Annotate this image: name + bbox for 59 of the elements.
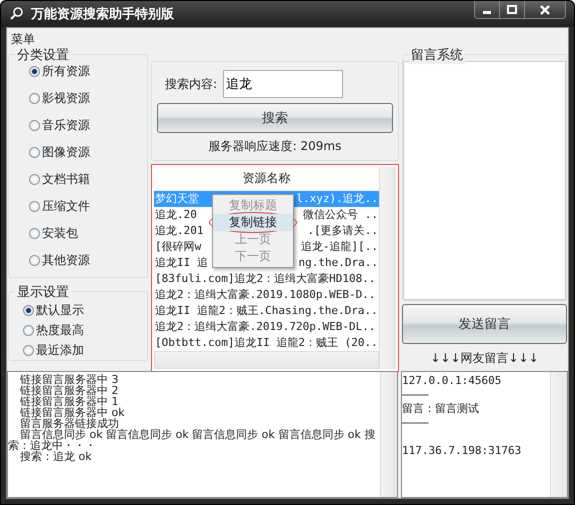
radio-button[interactable]: 所有资源 (29, 63, 143, 80)
search-label: 搜索内容: (165, 76, 218, 92)
feed-title: ↓↓↓网友留言↓↓↓ (429, 350, 540, 367)
log-line: ———— (402, 388, 430, 402)
radio-button[interactable]: 压缩文件 (29, 198, 143, 215)
log-line: 链接留言服务器中 2 (19, 385, 120, 396)
group-title: 显示设置 (15, 283, 71, 301)
list-row[interactable]: [83fuli.com]追龙2：追缉大富豪HD108.. (154, 271, 379, 287)
maximize-button[interactable] (499, 1, 524, 18)
radio-button[interactable]: 默认显示 (23, 302, 143, 319)
window-title: 万能资源搜索助手特别版 (31, 6, 175, 23)
log-line: 117.36.7.198:31763 (402, 444, 522, 458)
list-row[interactable]: 追龙2：追缉大富豪.2019.1080p.WEB-D.. (154, 287, 379, 303)
log-line: 链接留言服务器中 ok (19, 407, 126, 418)
list-item-text[interactable]: 追龙.20 (155, 207, 197, 223)
minimize-button[interactable] (475, 1, 499, 18)
log-line: 搜索：追龙 ok (19, 451, 93, 462)
search-field[interactable]: 追龙 (223, 70, 344, 98)
vertical-scrollbar[interactable] (379, 167, 396, 369)
search-button[interactable]: 搜索 (157, 103, 393, 133)
log-line: 链接留言服务器中 3 (19, 374, 120, 385)
log-line: 留言服务器链接成功 (19, 418, 119, 429)
radio-button[interactable]: 热度最高 (23, 322, 143, 339)
radio-button[interactable]: 文档书籍 (29, 171, 143, 188)
list-row[interactable]: 追龙II 追龍2：贼王.Chasing.the.Dra.. (154, 303, 379, 319)
send-message-button[interactable]: 发送留言 (402, 304, 567, 344)
list-item-text[interactable]: [很碎网w (155, 239, 202, 255)
group-title: 留言系统 (409, 46, 465, 64)
list-item-text[interactable]: 微信公众号 .. (303, 207, 378, 223)
list-row[interactable]: [Obtbtt.com]追龙II 追龍2：贼王 (20.. (154, 335, 379, 351)
list-row[interactable]: 追龙2：追缉大富豪.2019.720p.WEB-DL.. (154, 319, 379, 335)
radio-button[interactable]: 安装包 (29, 225, 143, 242)
log-line: ———— (402, 416, 430, 430)
radio-button[interactable]: 其他资源 (29, 252, 143, 269)
menu-item[interactable]: 复制链接 (213, 214, 293, 231)
close-button[interactable] (524, 1, 565, 18)
group-title: 分类设置 (15, 46, 71, 64)
radio-button[interactable]: 影视资源 (29, 90, 143, 107)
radio-button[interactable]: 图像资源 (29, 144, 143, 161)
response-speed-text: 服务器响应速度: 209ms (208, 138, 342, 155)
list-item-text[interactable]: .[更多请关.. (308, 223, 378, 239)
log-line: 留言：留言测试 (402, 402, 480, 416)
list-item-text[interactable]: 追龙II 追 (155, 255, 208, 271)
log-line: 留言信息同步 ok 留言信息同步 ok 留言信息同步 ok 留言信息同步 ok 搜索：追龙中・・・ (8, 429, 376, 451)
vertical-scrollbar[interactable] (550, 372, 567, 497)
list-item-text[interactable]: 追龙.201 (155, 223, 204, 239)
maximize-icon (507, 4, 517, 14)
log-line: 链接留言服务器中 1 (19, 396, 118, 407)
minimize-icon (483, 11, 491, 14)
log-line: 127.0.0.1:45605 (402, 374, 502, 388)
vertical-scrollbar[interactable] (380, 372, 397, 497)
radio-button[interactable]: 最近添加 (23, 342, 143, 359)
list-item-text[interactable]: 追龙-追龍][.. (300, 239, 378, 255)
horizontal-scrollbar[interactable] (154, 351, 379, 369)
radio-button[interactable]: 音乐资源 (29, 117, 143, 134)
close-icon (539, 4, 551, 14)
menu-item[interactable]: 菜单 (11, 32, 35, 46)
list-item-text[interactable]: ng.the.Dra.. (298, 255, 378, 271)
magnifier-icon (9, 6, 25, 22)
